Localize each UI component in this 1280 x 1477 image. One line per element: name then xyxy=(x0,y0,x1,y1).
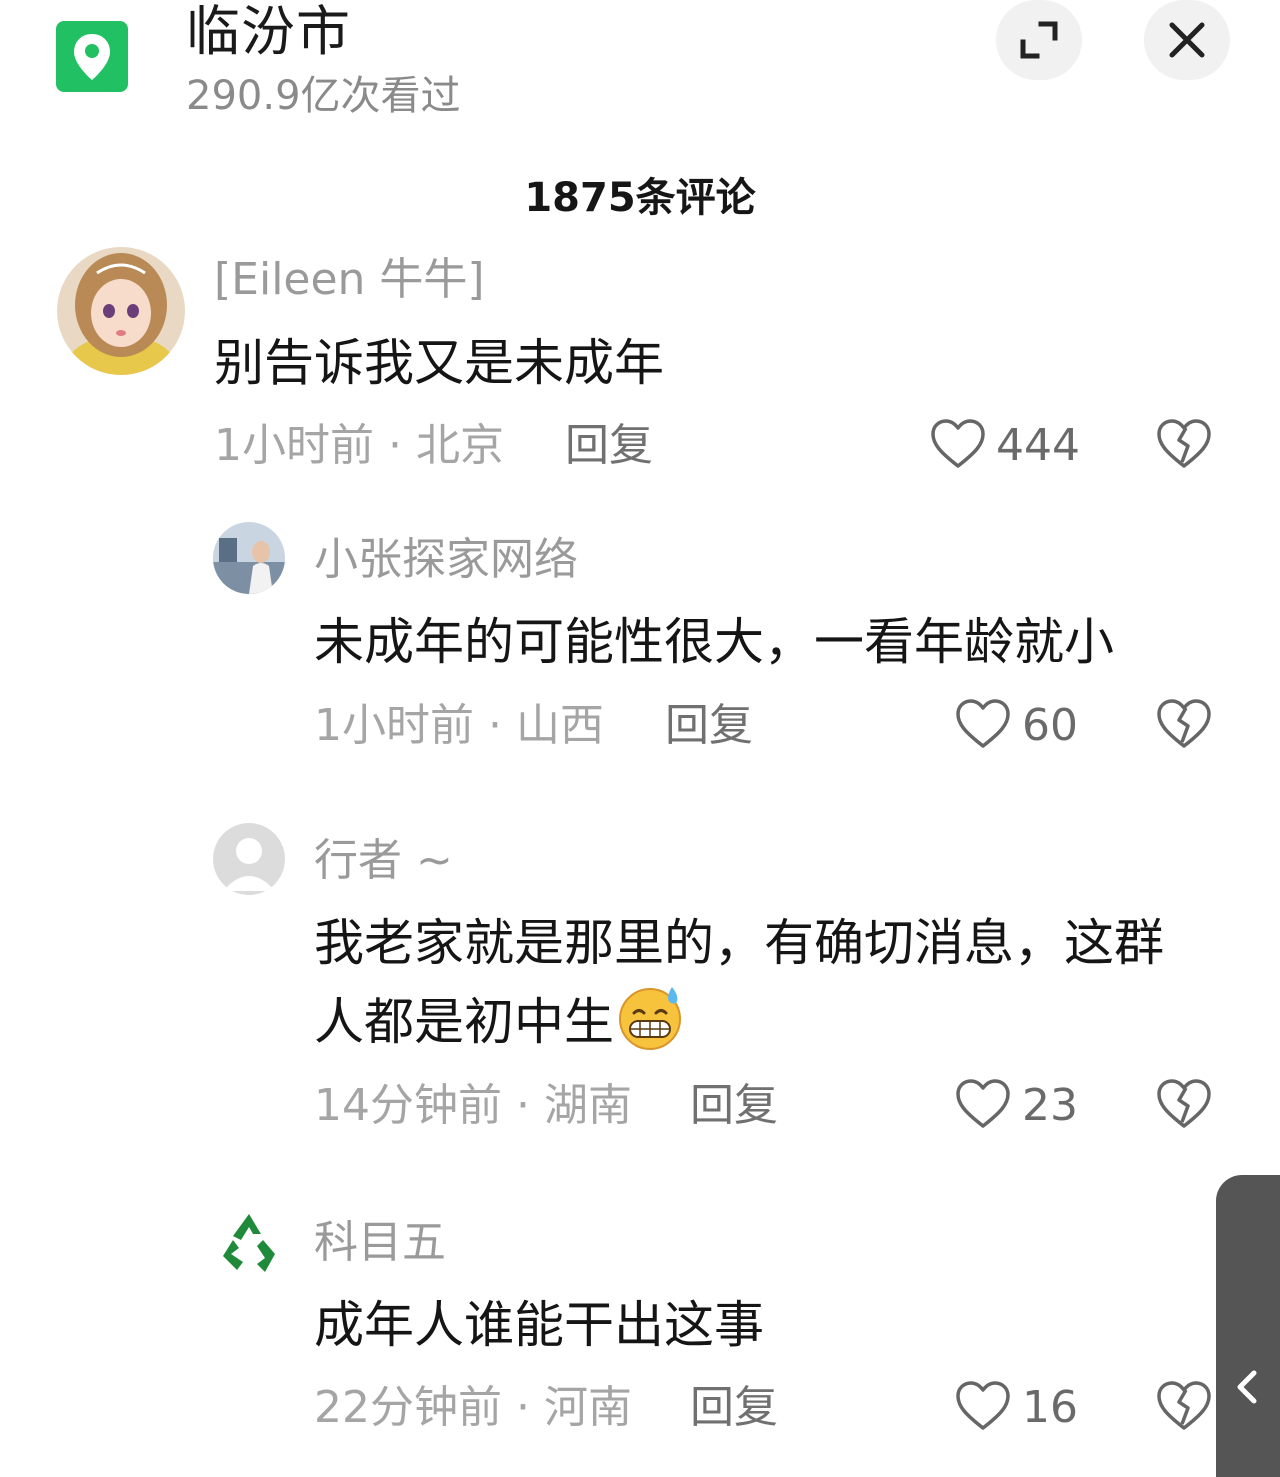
close-icon xyxy=(1169,22,1205,58)
comment-content: 别告诉我又是未成年 xyxy=(214,334,664,392)
grinning-sweat-emoji xyxy=(619,987,681,1050)
reply-button[interactable]: 回复 xyxy=(690,1080,778,1132)
like-count: 444 xyxy=(996,420,1080,471)
comment-username[interactable]: [Eileen 牛牛] xyxy=(214,254,485,306)
avatar[interactable] xyxy=(213,1206,285,1278)
avatar[interactable] xyxy=(213,522,285,594)
comment-meta: 22分钟前 · 河南 xyxy=(314,1382,632,1433)
reply-button[interactable]: 回复 xyxy=(665,700,753,752)
like-count: 60 xyxy=(1022,700,1078,751)
comment-meta: 14分钟前 · 湖南 xyxy=(314,1080,632,1131)
like-button[interactable] xyxy=(930,418,986,470)
comment-username[interactable]: 行者 ~ xyxy=(314,835,453,887)
comment-content-text: 人都是初中生 xyxy=(314,993,614,1051)
location-pin-icon xyxy=(74,34,110,80)
like-button[interactable] xyxy=(955,698,1011,750)
location-badge xyxy=(56,21,128,92)
side-collapse-tab[interactable] xyxy=(1216,1175,1280,1477)
dislike-button[interactable] xyxy=(1156,1078,1212,1130)
comment-username[interactable]: 小张探家网络 xyxy=(314,534,578,586)
dislike-button[interactable] xyxy=(1156,698,1212,750)
reply-button[interactable]: 回复 xyxy=(690,1382,778,1434)
broken-heart-icon xyxy=(1157,1381,1211,1430)
like-count: 23 xyxy=(1022,1080,1078,1131)
comment-content: 未成年的可能性很大，一看年龄就小 xyxy=(314,613,1114,671)
broken-heart-icon xyxy=(1157,699,1211,748)
broken-heart-icon xyxy=(1157,419,1211,468)
dislike-button[interactable] xyxy=(1156,1380,1212,1432)
comment-meta: 1小时前 · 北京 xyxy=(214,420,504,471)
comment-count-title: 1875条评论 xyxy=(524,175,756,221)
heart-icon xyxy=(956,1079,1010,1128)
chevron-left-icon xyxy=(1237,1370,1257,1404)
reply-button[interactable]: 回复 xyxy=(565,420,653,472)
comment-content-line-1: 我老家就是那里的，有确切消息，这群 xyxy=(314,914,1164,972)
comment-username[interactable]: 科目五 xyxy=(314,1217,446,1269)
avatar[interactable] xyxy=(57,247,185,375)
view-count: 290.9亿次看过 xyxy=(186,73,461,119)
close-button[interactable] xyxy=(1144,0,1230,80)
heart-icon xyxy=(956,1381,1010,1430)
expand-icon xyxy=(1020,21,1058,59)
like-button[interactable] xyxy=(955,1078,1011,1130)
heart-icon xyxy=(956,699,1010,748)
comment-content-line-2: 人都是初中生 xyxy=(314,981,686,1060)
like-count: 16 xyxy=(1022,1382,1078,1433)
broken-heart-icon xyxy=(1157,1079,1211,1128)
dislike-button[interactable] xyxy=(1156,418,1212,470)
expand-button[interactable] xyxy=(996,0,1082,80)
avatar[interactable] xyxy=(213,823,285,895)
location-title: 临汾市 xyxy=(186,0,351,63)
comment-meta: 1小时前 · 山西 xyxy=(314,700,604,751)
like-button[interactable] xyxy=(955,1380,1011,1432)
comment-content: 成年人谁能干出这事 xyxy=(314,1296,764,1354)
heart-icon xyxy=(931,419,985,468)
